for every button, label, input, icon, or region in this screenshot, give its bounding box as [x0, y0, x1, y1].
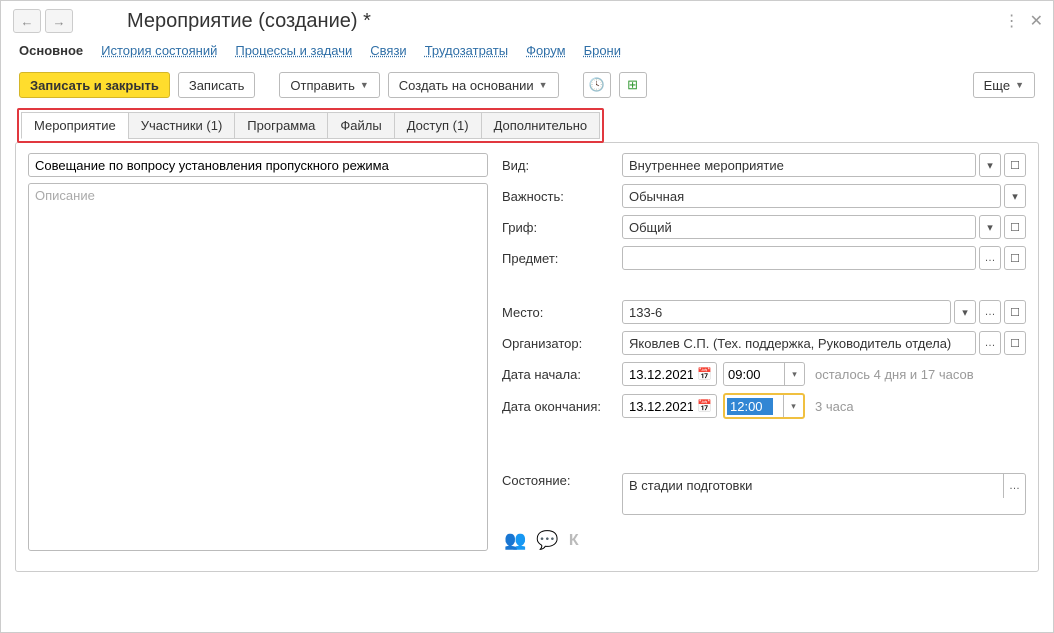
open-button[interactable]: ☐ — [1004, 300, 1026, 324]
nav-processes[interactable]: Процессы и задачи — [235, 43, 352, 58]
save-close-button[interactable]: Записать и закрыть — [19, 72, 170, 98]
chevron-down-icon: ▼ — [1015, 80, 1024, 90]
state-label: Состояние: — [502, 473, 622, 488]
back-button[interactable]: ← — [13, 9, 41, 33]
place-input[interactable]: 133-6 — [622, 300, 951, 324]
dropdown-button[interactable]: ▾ — [979, 215, 1001, 239]
nav-labor[interactable]: Трудозатраты — [425, 43, 508, 58]
tab-extra[interactable]: Дополнительно — [481, 112, 601, 139]
create-based-label: Создать на основании — [399, 78, 534, 93]
organizer-input[interactable]: Яковлев С.П. (Тех. поддержка, Руководите… — [622, 331, 976, 355]
window-title: Мероприятие (создание) * — [127, 10, 371, 33]
close-icon[interactable]: ✕ — [1030, 11, 1043, 31]
description-input[interactable]: Описание — [28, 183, 488, 551]
nav-forum[interactable]: Форум — [526, 43, 566, 58]
subject-input-right[interactable] — [622, 246, 976, 270]
organizer-label: Организатор: — [502, 336, 622, 351]
tab-program[interactable]: Программа — [234, 112, 327, 139]
grif-input[interactable]: Общий — [622, 215, 976, 239]
kind-input[interactable]: Внутреннее мероприятие — [622, 153, 976, 177]
print-button[interactable]: ⊞ — [619, 72, 647, 98]
tab-participants[interactable]: Участники (1) — [128, 112, 235, 139]
dots-button[interactable]: … — [1003, 474, 1025, 498]
state-input[interactable]: В стадии подготовки … — [622, 473, 1026, 515]
duration-hint: 3 часа — [815, 399, 854, 414]
importance-label: Важность: — [502, 189, 622, 204]
date-start-input[interactable]: 📅 — [622, 362, 717, 386]
calendar-icon[interactable]: 📅 — [697, 399, 712, 413]
nav-main[interactable]: Основное — [19, 43, 83, 58]
date-end-label: Дата окончания: — [502, 399, 622, 414]
nav-tabs: Основное История состояний Процессы и за… — [1, 37, 1053, 68]
date-end-input[interactable]: 📅 — [622, 394, 717, 418]
more-label: Еще — [984, 78, 1010, 93]
chevron-down-icon: ▼ — [539, 80, 548, 90]
open-button[interactable]: ☐ — [1004, 153, 1026, 177]
content-tabs-highlight: Мероприятие Участники (1) Программа Файл… — [17, 108, 604, 143]
importance-input[interactable]: Обычная — [622, 184, 1001, 208]
send-button[interactable]: Отправить ▼ — [279, 72, 379, 98]
open-button[interactable]: ☐ — [1004, 246, 1026, 270]
k-button[interactable]: К — [569, 532, 579, 550]
send-label: Отправить — [290, 78, 354, 93]
time-end-input[interactable]: ▾ — [723, 393, 805, 419]
dots-button[interactable]: … — [979, 331, 1001, 355]
tab-files[interactable]: Файлы — [327, 112, 393, 139]
chat-icon[interactable]: 💬 — [536, 530, 558, 551]
dropdown-button[interactable]: ▾ — [784, 363, 804, 385]
subject-label: Предмет: — [502, 251, 622, 266]
create-based-button[interactable]: Создать на основании ▼ — [388, 72, 559, 98]
time-end-value[interactable] — [727, 398, 773, 415]
date-end-value[interactable] — [627, 398, 695, 415]
more-button[interactable]: Еще ▼ — [973, 72, 1035, 98]
dropdown-button[interactable]: ▾ — [783, 395, 803, 417]
clock-icon: 🕓 — [589, 77, 605, 93]
nav-links[interactable]: Связи — [370, 43, 406, 58]
remaining-hint: осталось 4 дня и 17 часов — [815, 367, 974, 382]
tab-access[interactable]: Доступ (1) — [394, 112, 481, 139]
grid-icon: ⊞ — [627, 77, 638, 93]
dots-button[interactable]: … — [979, 300, 1001, 324]
form-area: Описание Вид: Внутреннее мероприятие ▾ ☐… — [15, 142, 1039, 572]
date-start-label: Дата начала: — [502, 367, 622, 382]
open-button[interactable]: ☐ — [1004, 331, 1026, 355]
save-button[interactable]: Записать — [178, 72, 256, 98]
calendar-icon[interactable]: 📅 — [697, 367, 712, 381]
kind-label: Вид: — [502, 158, 622, 173]
open-button[interactable]: ☐ — [1004, 215, 1026, 239]
people-icon[interactable]: 👥 — [504, 530, 526, 551]
clock-button[interactable]: 🕓 — [583, 72, 611, 98]
grif-label: Гриф: — [502, 220, 622, 235]
chevron-down-icon: ▼ — [360, 80, 369, 90]
subject-input[interactable] — [28, 153, 488, 177]
toolbar: Записать и закрыть Записать Отправить ▼ … — [1, 68, 1053, 108]
dropdown-button[interactable]: ▾ — [979, 153, 1001, 177]
dropdown-button[interactable]: ▾ — [954, 300, 976, 324]
tab-event[interactable]: Мероприятие — [21, 112, 128, 139]
dropdown-button[interactable]: ▾ — [1004, 184, 1026, 208]
state-value: В стадии подготовки — [629, 478, 752, 493]
forward-button[interactable]: → — [45, 9, 73, 33]
menu-dots-icon[interactable]: ⋮ — [1004, 11, 1020, 31]
dots-button[interactable]: … — [979, 246, 1001, 270]
nav-booking[interactable]: Брони — [584, 43, 621, 58]
time-start-value[interactable] — [724, 366, 772, 383]
date-start-value[interactable] — [627, 366, 695, 383]
time-start-input[interactable]: ▾ — [723, 362, 805, 386]
place-label: Место: — [502, 305, 622, 320]
nav-history[interactable]: История состояний — [101, 43, 217, 58]
